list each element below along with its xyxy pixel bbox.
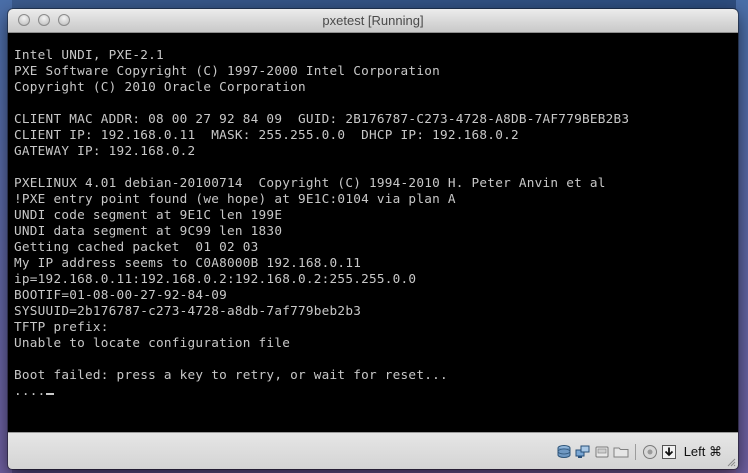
usb-icon[interactable]	[594, 444, 610, 460]
console-line: CLIENT MAC ADDR: 08 00 27 92 84 09 GUID:…	[14, 111, 630, 126]
virtualization-icon[interactable]	[642, 444, 658, 460]
console-line: My IP address seems to C0A8000B 192.168.…	[14, 255, 362, 270]
hard-disk-icon[interactable]	[556, 444, 572, 460]
console-line: BOOTIF=01-08-00-27-92-84-09	[14, 287, 227, 302]
shared-folders-icon[interactable]	[613, 444, 629, 460]
status-icons: Left ⌘	[556, 443, 722, 461]
console-line: UNDI code segment at 9E1C len 199E	[14, 207, 283, 222]
text-cursor	[45, 393, 54, 395]
network-icon[interactable]	[575, 444, 591, 460]
console-line: Getting cached packet 01 02 03	[14, 239, 259, 254]
host-key-label: Left ⌘	[683, 444, 722, 459]
console-line: SYSUUID=2b176787-c273-4728-a8db-7af779be…	[14, 303, 362, 318]
status-bar: Left ⌘	[8, 432, 738, 469]
console-line: GATEWAY IP: 192.168.0.2	[14, 143, 196, 158]
console-line: CLIENT IP: 192.168.0.11 MASK: 255.255.0.…	[14, 127, 519, 142]
console-line: Unable to locate configuration file	[14, 335, 291, 350]
resize-grip-icon[interactable]	[726, 457, 736, 467]
console-line: TFTP prefix:	[14, 319, 109, 334]
console-line: ....	[14, 383, 629, 399]
status-separator	[634, 444, 636, 460]
console-line: !PXE entry point found (we hope) at 9E1C…	[14, 191, 456, 206]
vm-window: pxetest [Running] Intel UNDI, PXE-2.1 PXE…	[8, 9, 738, 469]
console-line: PXE Software Copyright (C) 1997-2000 Int…	[14, 63, 440, 78]
console-line: Intel UNDI, PXE-2.1	[14, 47, 164, 62]
console-line: PXELINUX 4.01 debian-20100714 Copyright …	[14, 175, 606, 190]
title-bar[interactable]: pxetest [Running]	[8, 9, 738, 33]
console-line: ip=192.168.0.11:192.168.0.2:192.168.0.2:…	[14, 271, 417, 286]
console-line: UNDI data segment at 9C99 len 1830	[14, 223, 283, 238]
console-line: Boot failed: press a key to retry, or wa…	[14, 367, 448, 382]
keyboard-capture-icon[interactable]	[661, 444, 677, 460]
vm-console-screen[interactable]: Intel UNDI, PXE-2.1 PXE Software Copyrigh…	[8, 33, 738, 433]
console-output: Intel UNDI, PXE-2.1 PXE Software Copyrigh…	[14, 47, 629, 399]
window-title: pxetest [Running]	[322, 13, 424, 28]
console-line: Copyright (C) 2010 Oracle Corporation	[14, 79, 306, 94]
